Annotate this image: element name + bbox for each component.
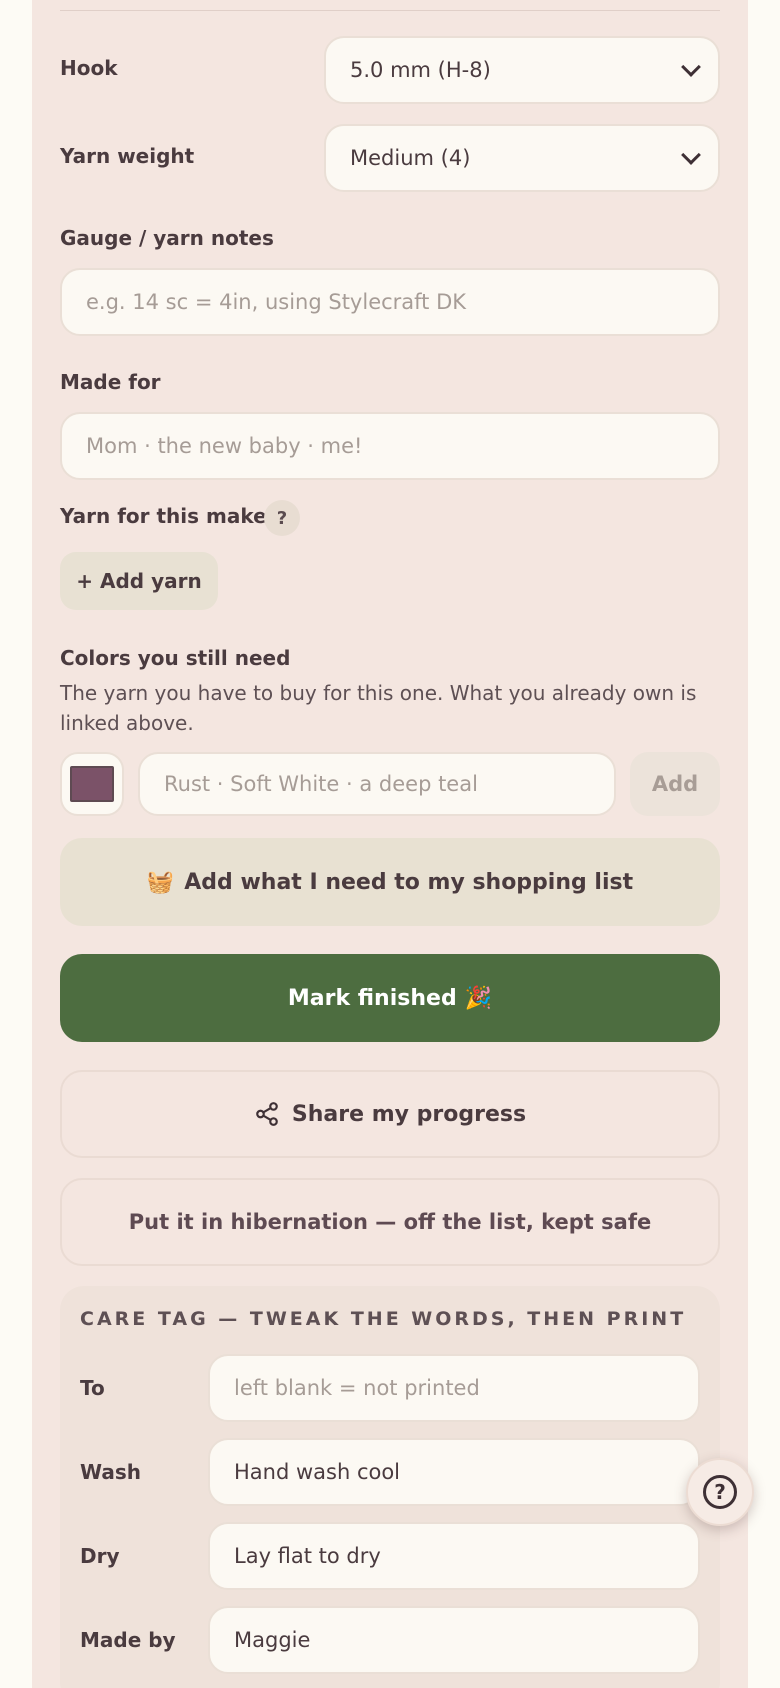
gauge-input[interactable]: e.g. 14 sc = 4in, using Stylecraft DK xyxy=(60,268,720,336)
add-to-shopping-list-button[interactable]: 🧺 Add what I need to my shopping list xyxy=(60,838,720,926)
basket-icon: 🧺 xyxy=(146,869,175,895)
yarn-section-label: Yarn for this make xyxy=(60,504,267,528)
hook-label: Hook xyxy=(60,56,118,80)
divider xyxy=(60,10,720,11)
hook-select[interactable]: 5.0 mm (H-8) xyxy=(324,36,720,104)
add-color-button[interactable]: Add xyxy=(630,752,720,816)
made-for-label: Made for xyxy=(60,370,161,394)
care-to-input[interactable]: left blank = not printed xyxy=(208,1354,700,1422)
yarn-weight-label: Yarn weight xyxy=(60,144,195,168)
care-wash-input[interactable]: Hand wash cool xyxy=(208,1438,700,1506)
care-wash-label: Wash xyxy=(80,1460,141,1484)
help-icon[interactable]: ? xyxy=(264,500,300,536)
care-dry-value: Lay flat to dry xyxy=(234,1544,381,1568)
colors-helper-text: The yarn you have to buy for this one. W… xyxy=(60,681,697,735)
color-swatch-picker[interactable] xyxy=(60,752,124,816)
share-progress-button[interactable]: Share my progress xyxy=(60,1070,720,1158)
color-swatch xyxy=(70,766,114,802)
party-popper-icon: 🎉 xyxy=(464,985,493,1011)
add-yarn-button[interactable]: + Add yarn xyxy=(60,552,218,610)
share-icon xyxy=(256,1102,278,1126)
colors-label: Colors you still need xyxy=(60,646,291,670)
care-tag-title: CARE TAG — TWEAK THE WORDS, THEN PRINT xyxy=(80,1308,687,1330)
shopping-list-label: Add what I need to my shopping list xyxy=(184,869,634,895)
chevron-down-icon xyxy=(681,145,701,165)
color-name-placeholder: Rust · Soft White · a deep teal xyxy=(164,772,478,796)
made-for-placeholder: Mom · the new baby · me! xyxy=(86,434,363,458)
mark-finished-label: Mark finished xyxy=(287,985,457,1011)
mark-finished-button[interactable]: Mark finished 🎉 xyxy=(60,954,720,1042)
care-to-placeholder: left blank = not printed xyxy=(234,1376,480,1400)
hook-value: 5.0 mm (H-8) xyxy=(350,58,491,82)
care-dry-input[interactable]: Lay flat to dry xyxy=(208,1522,700,1590)
hibernate-button[interactable]: Put it in hibernation — off the list, ke… xyxy=(60,1178,720,1266)
gauge-label: Gauge / yarn notes xyxy=(60,226,274,250)
made-for-input[interactable]: Mom · the new baby · me! xyxy=(60,412,720,480)
share-progress-label: Share my progress xyxy=(291,1101,527,1127)
color-name-input[interactable]: Rust · Soft White · a deep teal xyxy=(138,752,616,816)
care-made-by-value: Maggie xyxy=(234,1628,311,1652)
floating-help-button[interactable]: ? xyxy=(686,1458,754,1526)
care-made-by-input[interactable]: Maggie xyxy=(208,1606,700,1674)
care-wash-value: Hand wash cool xyxy=(234,1460,401,1484)
question-mark-icon: ? xyxy=(703,1475,737,1509)
yarn-weight-value: Medium (4) xyxy=(350,146,471,170)
care-to-label: To xyxy=(80,1376,105,1400)
gauge-placeholder: e.g. 14 sc = 4in, using Stylecraft DK xyxy=(86,290,467,314)
yarn-weight-select[interactable]: Medium (4) xyxy=(324,124,720,192)
care-made-by-label: Made by xyxy=(80,1628,176,1652)
care-dry-label: Dry xyxy=(80,1544,120,1568)
chevron-down-icon xyxy=(681,57,701,77)
